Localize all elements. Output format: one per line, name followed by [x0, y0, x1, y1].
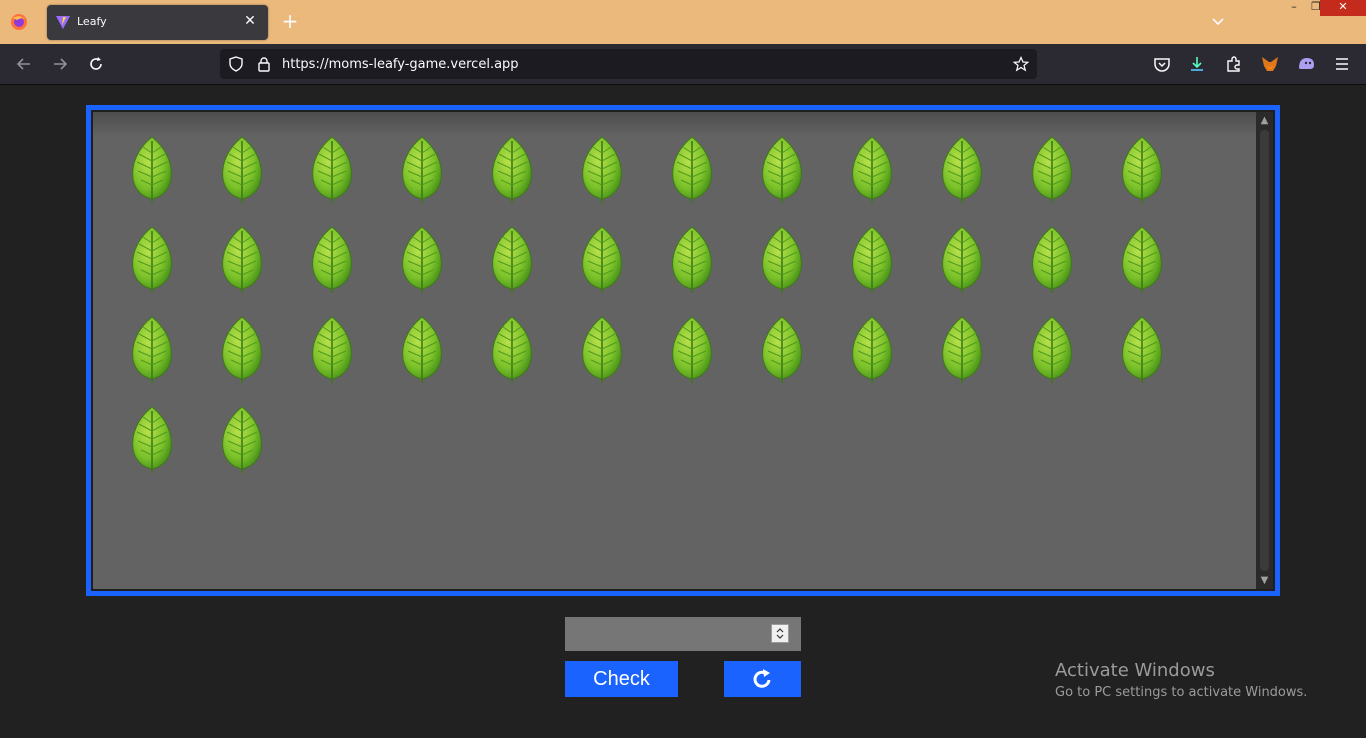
forward-icon[interactable]: [50, 54, 70, 74]
leaf-icon: [852, 226, 892, 293]
leaf-icon: [582, 136, 622, 203]
leaf-icon: [672, 136, 712, 203]
leaf-icon: [132, 226, 172, 293]
leaf-icon: [762, 226, 802, 293]
leaf-icon: [942, 316, 982, 383]
scrollbar[interactable]: ▲ ▼: [1256, 112, 1273, 589]
address-bar[interactable]: https://moms-leafy-game.vercel.app: [220, 49, 1037, 79]
refresh-icon: [753, 669, 771, 688]
leaf-icon: [942, 136, 982, 203]
leaf-game-frame: ▲ ▼: [86, 105, 1280, 596]
leaf-icon: [492, 226, 532, 293]
leaf-icon: [222, 136, 262, 203]
leaf-icon: [582, 226, 622, 293]
leaf-icon: [132, 136, 172, 203]
leaf-icon: [402, 316, 442, 383]
reload-icon[interactable]: [86, 54, 106, 74]
leaf-icon: [1122, 136, 1162, 203]
menu-icon[interactable]: [1332, 54, 1352, 74]
firefox-icon[interactable]: [9, 12, 29, 32]
leaf-icon: [492, 136, 532, 203]
leaf-icon: [132, 316, 172, 383]
leaf-icon: [762, 316, 802, 383]
browser-titlebar: Leafy ✕ + – ❐ ✕: [0, 0, 1366, 44]
scroll-up-icon[interactable]: ▲: [1256, 112, 1273, 129]
new-tab-button[interactable]: +: [280, 11, 300, 31]
leaf-icon: [1032, 316, 1072, 383]
url-text: https://moms-leafy-game.vercel.app: [282, 57, 519, 72]
shield-icon[interactable]: [228, 56, 244, 72]
leaf-icon: [492, 316, 532, 383]
number-spinner[interactable]: [771, 624, 789, 643]
leaf-icon: [402, 226, 442, 293]
reset-button[interactable]: [724, 661, 801, 697]
check-button[interactable]: Check: [565, 661, 678, 697]
vite-favicon-icon: [56, 16, 70, 29]
watermark-subtitle: Go to PC settings to activate Windows.: [1055, 685, 1308, 700]
leaf-icon: [762, 136, 802, 203]
back-icon[interactable]: [14, 54, 34, 74]
leaf-icon: [672, 316, 712, 383]
browser-navbar: https://moms-leafy-game.vercel.app: [0, 44, 1366, 85]
leaf-icon: [222, 226, 262, 293]
scroll-down-icon[interactable]: ▼: [1256, 572, 1273, 589]
downloads-icon[interactable]: [1187, 54, 1207, 74]
leaf-icon: [672, 226, 712, 293]
tab-leafy[interactable]: Leafy ✕: [47, 5, 268, 40]
leaf-icon: [312, 136, 352, 203]
activate-windows-watermark: Activate Windows Go to PC settings to ac…: [1055, 660, 1307, 704]
chevron-down-icon[interactable]: [1208, 12, 1228, 32]
leaf-icon: [1032, 226, 1072, 293]
close-window-button[interactable]: ✕: [1320, 0, 1366, 16]
leaf-icon: [402, 136, 442, 203]
tab-close-icon[interactable]: ✕: [242, 13, 258, 29]
watermark-title: Activate Windows: [1055, 660, 1215, 681]
scroll-track[interactable]: [1260, 130, 1269, 571]
extensions-icon[interactable]: [1224, 54, 1244, 74]
answer-number-input[interactable]: [565, 617, 801, 651]
leaf-icon: [1032, 136, 1072, 203]
leaf-icon: [132, 406, 172, 473]
leaf-icon: [312, 226, 352, 293]
ghost-extension-icon[interactable]: [1296, 54, 1316, 74]
pocket-icon[interactable]: [1152, 54, 1172, 74]
leaf-icon: [852, 136, 892, 203]
lock-icon[interactable]: [256, 56, 272, 72]
bookmark-star-icon[interactable]: [1013, 56, 1029, 72]
leaf-icon: [852, 316, 892, 383]
leaf-icon: [1122, 226, 1162, 293]
leaf-icon: [942, 226, 982, 293]
tab-title: Leafy: [77, 15, 107, 28]
leaf-icon: [222, 406, 262, 473]
metamask-icon[interactable]: [1260, 54, 1280, 74]
leaf-icon: [222, 316, 262, 383]
leaf-icon: [312, 316, 352, 383]
leaf-icon: [582, 316, 622, 383]
leaf-icon: [1122, 316, 1162, 383]
leaf-field: [93, 112, 1256, 589]
spinner-arrows-icon[interactable]: [772, 625, 788, 642]
